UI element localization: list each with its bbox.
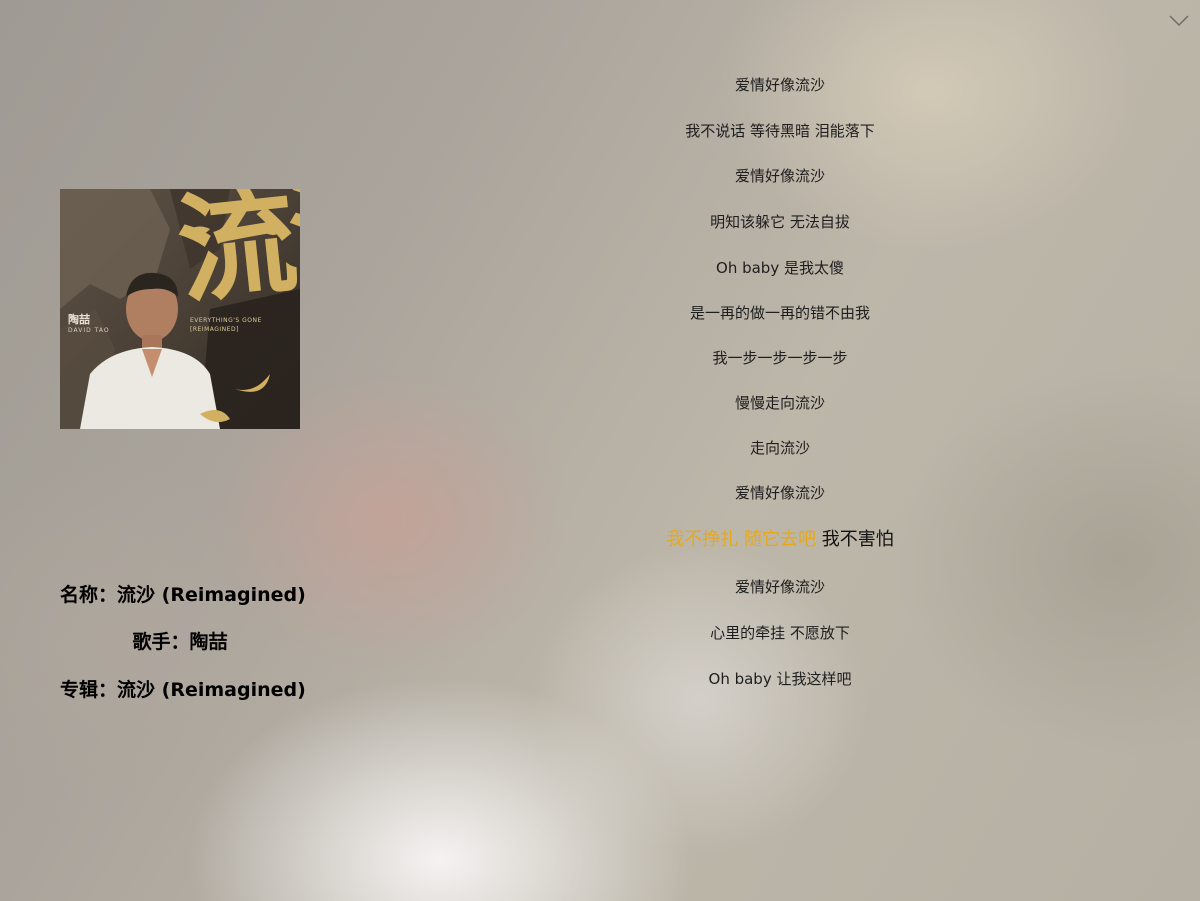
current-lyric-line: 我不挣扎 随它去吧 我不害怕 bbox=[560, 529, 1000, 551]
lyric-line: 爱情好像流沙 bbox=[734, 484, 825, 502]
lyric-line: Oh baby 是我太傻 bbox=[716, 259, 844, 277]
song-singer: 歌手：陶喆 bbox=[60, 627, 300, 654]
song-name-value: 流沙 (Reimagined) bbox=[117, 584, 306, 606]
lyric-line: 爱情好像流沙 bbox=[734, 167, 825, 185]
lyric-line: 爱情好像流沙 bbox=[734, 578, 825, 596]
lyric-line: 我一步一步一步一步 bbox=[712, 349, 848, 367]
lyric-line: 是一再的做一再的错不由我 bbox=[689, 304, 870, 322]
lyric-line: 慢慢走向流沙 bbox=[734, 394, 825, 412]
song-singer-value: 陶喆 bbox=[189, 631, 228, 653]
cover-subtitle-tag: [REIMAGINED] bbox=[190, 326, 239, 333]
lyric-line: 走向流沙 bbox=[749, 439, 810, 457]
chevron-down-icon[interactable] bbox=[1168, 12, 1190, 28]
lyric-line: 爱情好像流沙 bbox=[734, 76, 825, 94]
album-cover: 流沙 陶喆 DAVID TAO EVERYTHING'S GONE [REIMA… bbox=[60, 189, 300, 429]
cover-artist-name: 陶喆 bbox=[68, 313, 90, 326]
lyric-line: 心里的牵挂 不愿放下 bbox=[710, 624, 850, 642]
song-name: 名称：流沙 (Reimagined) bbox=[60, 580, 306, 607]
current-lyric-rest: 我不害怕 bbox=[816, 529, 894, 550]
lyrics-panel[interactable]: 爱情好像流沙 我不说话 等待黑暗 泪能落下 爱情好像流沙 明知该躲它 无法自拔 … bbox=[560, 0, 1000, 901]
cover-subtitle: EVERYTHING'S GONE bbox=[190, 317, 262, 324]
current-lyric-sung: 我不挣扎 随它去吧 bbox=[666, 529, 816, 550]
song-album-label: 专辑： bbox=[60, 679, 118, 701]
song-album-value: 流沙 (Reimagined) bbox=[117, 679, 306, 701]
lyric-line: 我不说话 等待黑暗 泪能落下 bbox=[685, 122, 875, 140]
lyric-line: Oh baby 让我这样吧 bbox=[708, 670, 852, 688]
lyric-line: 明知该躲它 无法自拔 bbox=[710, 213, 850, 231]
cover-calligraphy: 流沙 bbox=[171, 189, 300, 321]
cover-artist-name-en: DAVID TAO bbox=[68, 327, 110, 334]
song-name-label: 名称： bbox=[60, 584, 118, 606]
song-album: 专辑：流沙 (Reimagined) bbox=[60, 675, 306, 702]
song-singer-label: 歌手： bbox=[132, 631, 190, 653]
